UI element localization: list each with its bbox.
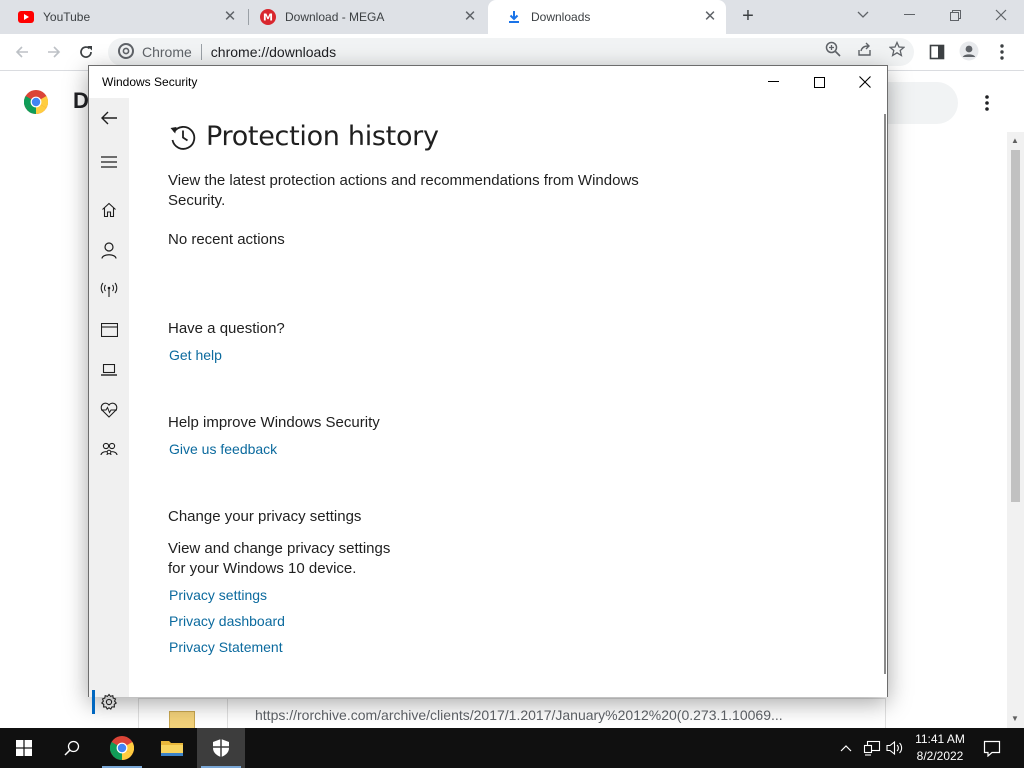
chrome-tab-strip: YouTube ✕ M Download - MEGA ✕ Downloads … [0, 0, 1024, 34]
status-text: No recent actions [168, 231, 285, 248]
forward-arrow-icon[interactable] [42, 40, 66, 64]
window-close-icon[interactable] [842, 66, 888, 98]
scroll-down-arrow-icon[interactable]: ▼ [1010, 714, 1020, 724]
close-tab-icon[interactable]: ✕ [462, 9, 478, 25]
windows-start-icon[interactable] [0, 728, 48, 768]
privacy-body-text: View and change privacy settings for you… [168, 540, 391, 577]
back-arrow-icon[interactable] [10, 40, 34, 64]
window-maximize-icon[interactable] [796, 66, 842, 98]
privacy-heading: Change your privacy settings [168, 508, 362, 525]
improve-heading: Help improve Windows Security [168, 414, 380, 431]
settings-gear-icon[interactable] [97, 690, 121, 714]
security-sidebar [89, 98, 129, 714]
tab-mega[interactable]: M Download - MEGA ✕ [242, 0, 486, 34]
bookmark-star-icon[interactable] [888, 40, 906, 58]
device-security-laptop-icon[interactable] [97, 358, 121, 382]
tab-label: YouTube [43, 10, 91, 24]
show-hidden-icons-chevron-icon[interactable] [836, 738, 856, 758]
share-icon[interactable] [856, 40, 874, 58]
network-antenna-icon[interactable] [97, 278, 121, 302]
content-scrollbar[interactable] [884, 114, 886, 674]
privacy-statement-link[interactable]: Privacy Statement [169, 639, 283, 655]
chrome-icon [118, 42, 134, 62]
page-heading: Protection history [168, 121, 439, 152]
chrome-taskbar-icon[interactable] [98, 728, 146, 768]
close-tab-icon[interactable]: ✕ [702, 9, 718, 25]
clock-date: 8/2/2022 [916, 749, 964, 763]
scrollbar-thumb[interactable] [1011, 150, 1020, 502]
restore-icon[interactable] [932, 0, 978, 30]
window-titlebar[interactable]: Windows Security [89, 66, 887, 98]
chrome-logo-icon [23, 90, 49, 114]
privacy-dashboard-link[interactable]: Privacy dashboard [169, 613, 285, 629]
home-icon[interactable] [97, 198, 121, 222]
page-description: View the latest protection actions and r… [168, 172, 639, 209]
clock-time: 11:41 AM [915, 732, 965, 746]
reload-icon[interactable] [74, 40, 98, 64]
download-icon [506, 9, 522, 25]
volume-icon[interactable] [885, 738, 905, 758]
tab-search-chevron-icon[interactable] [840, 0, 886, 30]
tab-youtube[interactable]: YouTube ✕ [0, 0, 246, 34]
side-panel-icon[interactable] [927, 42, 947, 62]
search-icon[interactable] [48, 728, 96, 768]
downloads-page-title: D [73, 88, 89, 113]
question-heading: Have a question? [168, 320, 285, 337]
give-feedback-link[interactable]: Give us feedback [169, 441, 277, 457]
tab-label: Download - MEGA [285, 10, 385, 24]
page-title: Protection history [206, 121, 439, 152]
download-entry-url[interactable]: https://rorchive.com/archive/clients/201… [255, 707, 783, 723]
omnibox-separator [200, 44, 202, 60]
hamburger-menu-icon[interactable] [97, 150, 121, 174]
profile-avatar-icon[interactable] [959, 41, 979, 61]
close-tab-icon[interactable]: ✕ [222, 9, 238, 25]
windows-security-window: Windows Security Protection history View… [88, 65, 888, 714]
address-bar[interactable]: Chrome chrome://downloads [108, 38, 914, 66]
zoom-icon[interactable] [824, 40, 842, 58]
settings-selected-indicator [92, 690, 95, 714]
tab-label: Downloads [531, 10, 591, 24]
account-person-icon[interactable] [97, 238, 121, 262]
close-icon[interactable] [978, 0, 1024, 30]
file-explorer-icon[interactable] [148, 728, 196, 768]
mega-icon: M [260, 9, 276, 25]
chrome-site-chip[interactable]: Chrome [118, 42, 192, 62]
network-icon[interactable] [862, 738, 882, 758]
downloads-menu-kebab-icon[interactable] [978, 92, 996, 114]
tab-downloads[interactable]: Downloads ✕ [488, 0, 726, 34]
window-minimize-icon[interactable] [750, 66, 796, 98]
history-clock-icon [168, 122, 198, 152]
chrome-menu-kebab-icon[interactable] [992, 42, 1012, 62]
windows-security-taskbar-icon[interactable] [197, 728, 245, 768]
protection-history-content: Protection history View the latest prote… [129, 98, 887, 697]
back-arrow-icon[interactable] [97, 106, 121, 130]
scroll-up-arrow-icon[interactable]: ▲ [1010, 136, 1020, 146]
device-health-heart-icon[interactable] [97, 398, 121, 422]
windows-taskbar: 11:41 AM 8/2/2022 [0, 728, 1024, 768]
window-title: Windows Security [102, 75, 198, 89]
taskbar-clock[interactable]: 11:41 AM 8/2/2022 [906, 731, 974, 765]
svg-text:M: M [263, 13, 273, 24]
family-options-icon[interactable] [97, 438, 121, 462]
url-text[interactable]: chrome://downloads [211, 44, 336, 60]
site-chip-label: Chrome [142, 44, 192, 60]
page-scrollbar[interactable]: ▲ ▼ [1007, 132, 1024, 728]
minimize-icon[interactable] [886, 0, 932, 30]
privacy-settings-link[interactable]: Privacy settings [169, 587, 267, 603]
youtube-icon [18, 9, 34, 25]
app-browser-control-icon[interactable] [97, 318, 121, 342]
action-center-notification-icon[interactable] [982, 738, 1002, 758]
new-tab-button[interactable]: + [738, 6, 758, 26]
get-help-link[interactable]: Get help [169, 347, 222, 363]
